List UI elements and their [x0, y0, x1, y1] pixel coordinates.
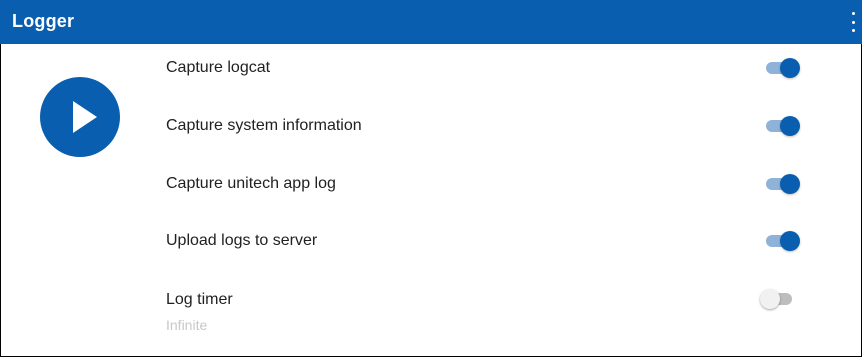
toggle-thumb: [760, 289, 780, 309]
more-vert-icon-dot: [851, 12, 855, 15]
setting-label: Log timer: [166, 291, 233, 308]
setting-capture-system-information[interactable]: Capture system information: [166, 114, 806, 154]
setting-upload-logs-to-server[interactable]: Upload logs to server: [166, 229, 806, 269]
setting-capture-unitech-app-log[interactable]: Capture unitech app log: [166, 172, 806, 212]
toggle-thumb: [780, 231, 800, 251]
upload-logs-to-server-toggle[interactable]: [764, 230, 800, 252]
toggle-thumb: [780, 116, 800, 136]
setting-capture-logcat[interactable]: Capture logcat: [166, 56, 806, 96]
more-vert-icon-dot: [851, 29, 855, 32]
setting-log-timer[interactable]: Log timer Infinite: [166, 288, 806, 338]
setting-label: Capture unitech app log: [166, 175, 336, 192]
setting-label: Capture system information: [166, 117, 362, 134]
toggle-thumb: [780, 58, 800, 78]
capture-system-information-toggle[interactable]: [764, 115, 800, 137]
play-icon: [73, 101, 97, 133]
app-title: Logger: [12, 11, 75, 31]
setting-label: Upload logs to server: [166, 232, 318, 249]
start-logging-button[interactable]: [40, 77, 120, 157]
overflow-menu-button[interactable]: [850, 12, 856, 32]
setting-label: Capture logcat: [166, 59, 271, 76]
app-bar: Logger: [0, 0, 862, 44]
setting-sublabel: Infinite: [166, 317, 208, 333]
more-vert-icon-dot: [851, 20, 855, 24]
toggle-thumb: [780, 174, 800, 194]
capture-unitech-app-log-toggle[interactable]: [764, 173, 800, 195]
capture-logcat-toggle[interactable]: [764, 57, 800, 79]
log-timer-toggle[interactable]: [760, 288, 796, 310]
